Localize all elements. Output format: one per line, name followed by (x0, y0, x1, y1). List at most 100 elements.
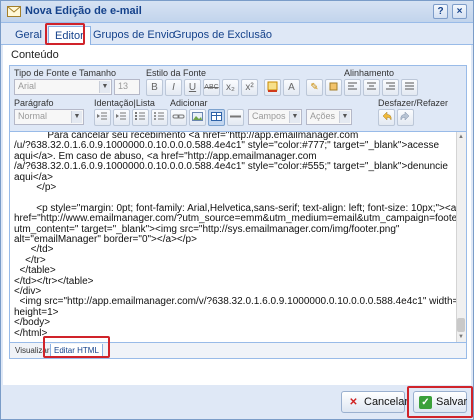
help-icon[interactable]: ? (433, 4, 448, 19)
cancel-icon: ✕ (349, 397, 358, 408)
editar-html-highlight (43, 336, 110, 358)
font-family-select[interactable]: Arial ▼ (14, 79, 112, 95)
table-icon[interactable] (208, 109, 225, 126)
label-font-type-size: Tipo de Fonte e Tamanho (14, 68, 117, 78)
fields-value: Campos (252, 111, 286, 121)
label-paragraph: Parágrafo (14, 98, 54, 108)
undo-glyph (382, 111, 392, 121)
paragraph-select[interactable]: Normal ▼ (14, 109, 84, 125)
title-bar: Nova Edição de e-mail ? × (1, 1, 473, 23)
panel-title: Conteúdo (11, 49, 59, 61)
align-justify-icon[interactable] (401, 79, 418, 96)
chevron-down-icon: ▼ (339, 111, 350, 123)
window-title: Nova Edição de e-mail (25, 5, 142, 17)
label-font-style: Estilo da Fonte (146, 68, 207, 78)
outdent-icon[interactable] (94, 109, 111, 126)
paragraph-value: Normal (18, 111, 48, 121)
bullet-list-icon[interactable] (151, 109, 168, 126)
table-glyph (211, 112, 222, 121)
code-line: </td> (14, 244, 54, 256)
align-right-icon[interactable] (382, 79, 399, 96)
align-right-glyph (386, 82, 395, 90)
underline-button[interactable]: U (184, 79, 201, 96)
subscript-button[interactable]: x₂ (222, 79, 239, 96)
chevron-down-icon: ▼ (71, 111, 82, 123)
code-line: aqui</a> (14, 171, 53, 183)
tab-geral[interactable]: Geral (9, 26, 48, 45)
font-color-icon[interactable] (264, 79, 281, 96)
font-family-value: Arial (18, 81, 37, 91)
font-size-select[interactable]: 13 (114, 79, 140, 95)
font-color-button[interactable]: A (283, 79, 300, 96)
label-alignment: Alinhamento (344, 68, 395, 78)
code-line: </p> (14, 182, 57, 193)
highlight-color-button[interactable]: ✎ (306, 79, 323, 96)
bold-button[interactable]: B (146, 79, 163, 96)
code-line: /u/?638.32.0.1.6.0.9.1000000.0.10.0.0.0.… (14, 140, 440, 152)
code-line: utm_content=" target="_blank"><img src="… (14, 223, 400, 235)
align-center-icon[interactable] (363, 79, 380, 96)
html-source-editor[interactable]: Para cancelar seu recebimento <a href="h… (9, 131, 467, 343)
chevron-down-icon: ▼ (99, 81, 110, 93)
code-line: </table> (14, 265, 56, 277)
image-icon[interactable] (189, 109, 206, 126)
horizontal-rule-glyph (230, 115, 241, 118)
align-center-glyph (367, 82, 376, 90)
code-line: </tr> (14, 254, 46, 266)
cancel-label: Cancelar (364, 396, 409, 408)
fields-select[interactable]: Campos ▼ (248, 109, 302, 125)
superscript-button[interactable]: x² (241, 79, 258, 96)
label-indent-list: Identação|Lista (94, 98, 155, 108)
font-color-glyph (267, 81, 278, 92)
code-line: height=1> (14, 306, 59, 318)
email-icon (7, 6, 21, 17)
horizontal-rule-icon[interactable] (227, 109, 244, 126)
code-line: /a/?638.32.0.1.6.0.9.1000000.0.10.0.0.0.… (14, 161, 448, 173)
scroll-down-icon[interactable]: ▼ (457, 333, 465, 341)
scroll-thumb[interactable] (457, 318, 465, 332)
align-left-glyph (348, 82, 357, 90)
tab-grupos-de-exclusao[interactable]: Grupos de Exclusão (167, 26, 278, 45)
label-undo-redo: Desfazer/Refazer (378, 98, 449, 108)
strikethrough-button[interactable]: ABC (203, 79, 220, 96)
align-left-icon[interactable] (344, 79, 361, 96)
actions-value: Ações (310, 111, 336, 121)
redo-glyph (400, 111, 410, 121)
align-justify-glyph (405, 82, 414, 90)
scroll-up-icon[interactable]: ▲ (457, 133, 465, 141)
indent-icon[interactable] (113, 109, 130, 126)
code-line: <img src="http://app.emailmanager.com/v/… (14, 296, 464, 308)
code-line: </div> (14, 286, 42, 297)
code-line: <p style="margin: 0pt; font-family: Aria… (14, 202, 457, 214)
numbered-list-icon[interactable] (132, 109, 149, 126)
cancel-button[interactable]: ✕ Cancelar (341, 391, 409, 413)
image-glyph (192, 112, 203, 121)
redo-icon[interactable] (397, 109, 414, 126)
indent-glyph (116, 112, 126, 120)
bullet-list-glyph (154, 112, 164, 120)
chevron-down-icon: ▼ (289, 111, 300, 123)
dialog-window: Nova Edição de e-mail ? × Geral Editor G… (0, 0, 474, 420)
code-line: alt="emailManager" border="0"></a></p> (14, 234, 197, 245)
font-size-value: 13 (118, 81, 129, 91)
code-line: aqui</a>. Em caso de abuso, <a href="htt… (14, 150, 317, 162)
code-line: </td></tr></table> (14, 275, 94, 287)
link-glyph (172, 114, 185, 119)
code-line: href="http://www.emailmanager.com/?utm_s… (14, 213, 467, 225)
undo-icon[interactable] (378, 109, 395, 126)
save-button-highlight (407, 386, 473, 418)
close-icon[interactable]: × (452, 4, 467, 19)
dialog-footer: ✕ Cancelar ✓ Salvar (1, 385, 473, 419)
label-add: Adicionar (170, 98, 208, 108)
clear-format-icon[interactable] (325, 79, 342, 96)
italic-button[interactable]: I (165, 79, 182, 96)
editor-tab-highlight (45, 23, 85, 45)
actions-select[interactable]: Ações ▼ (306, 109, 352, 125)
code-line: </body> (14, 317, 51, 329)
link-icon[interactable] (170, 109, 187, 126)
numbered-list-glyph (135, 112, 145, 120)
editor-panel: Conteúdo Tipo de Fonte e Tamanho Estilo … (3, 45, 471, 385)
editor-toolbar: Tipo de Fonte e Tamanho Estilo da Fonte … (9, 65, 467, 131)
outdent-glyph (97, 112, 107, 120)
vertical-scrollbar[interactable]: ▲ ▼ (456, 132, 466, 342)
